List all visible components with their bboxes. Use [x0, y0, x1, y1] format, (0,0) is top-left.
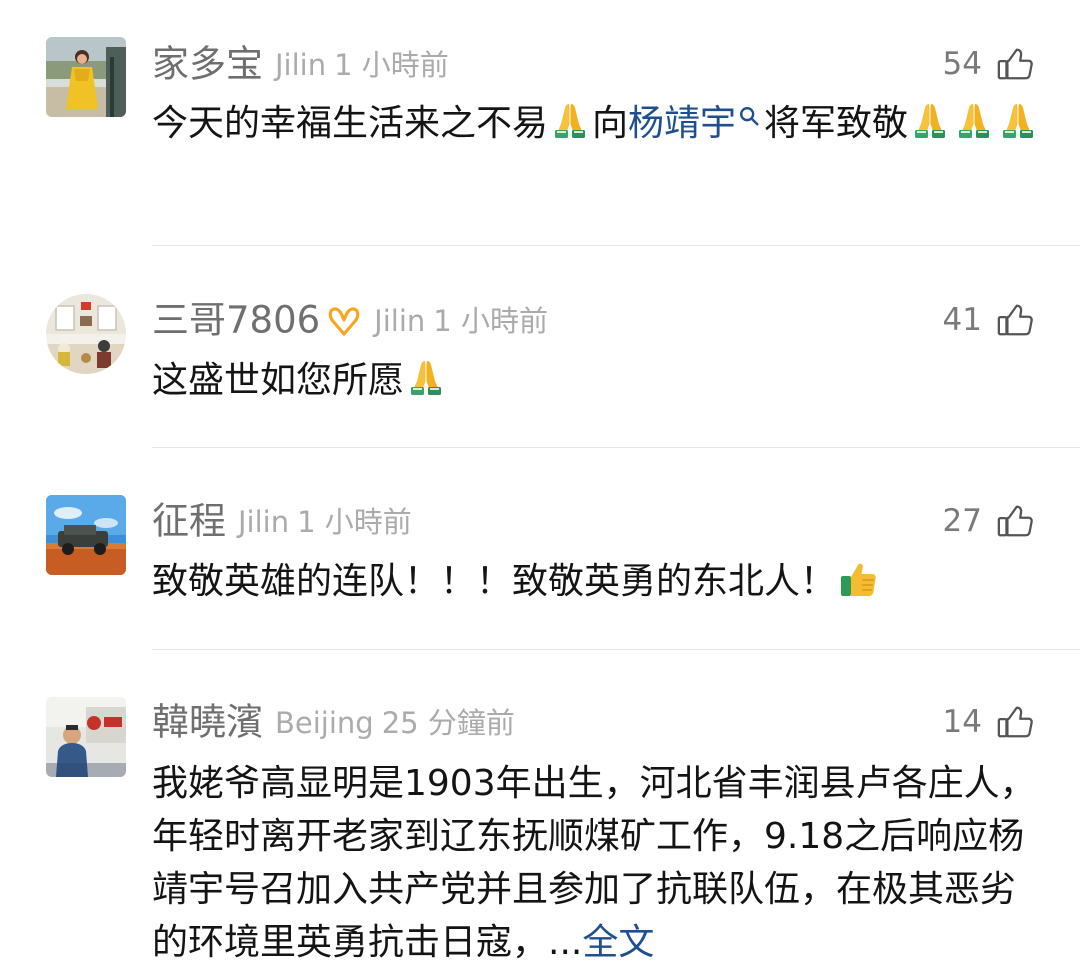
thumbs-up-icon[interactable] — [996, 301, 1034, 339]
topic-link[interactable]: 杨靖宇 — [628, 103, 736, 144]
like-button[interactable]: 14 — [943, 698, 1034, 746]
location: Jilin — [275, 47, 327, 82]
text-segment: 今天的幸福生活来之不易 — [152, 103, 549, 144]
expand-full-text-link[interactable]: 全文 — [582, 922, 654, 963]
username[interactable]: 家多宝 — [152, 43, 263, 86]
like-button[interactable]: 27 — [943, 497, 1034, 545]
location: Jilin — [238, 504, 290, 539]
thumbs-up-icon[interactable] — [996, 703, 1034, 741]
location: Jilin — [374, 303, 426, 338]
folded-hands-emoji — [954, 100, 994, 140]
folded-hands-emoji — [910, 100, 950, 140]
avatar[interactable] — [46, 294, 126, 374]
divider — [152, 245, 1080, 246]
text-segment: 将军致敬 — [764, 103, 909, 144]
like-count: 41 — [942, 302, 982, 338]
like-button[interactable]: 41 — [943, 296, 1034, 344]
like-count: 27 — [942, 503, 982, 539]
text-segment: 这盛世如您所愿 — [152, 360, 405, 401]
thumbs-up-icon[interactable] — [996, 45, 1034, 83]
comment-meta: 韓曉濱 Beijing 25 分鐘前 — [152, 698, 515, 746]
thumbs-up-icon[interactable] — [996, 502, 1034, 540]
thumbs-up-emoji — [838, 558, 878, 598]
timestamp: 1 小時前 — [334, 47, 449, 82]
avatar[interactable] — [46, 495, 126, 575]
username[interactable]: 征程 — [152, 500, 226, 543]
comment-meta: 征程 Jilin 1 小時前 — [152, 497, 412, 545]
infinity-badge-icon — [328, 306, 360, 336]
text-segment: 致敬英雄的连队！！！致敬英勇的东北人！ — [152, 561, 837, 602]
comment-text: 致敬英雄的连队！！！致敬英勇的东北人！ — [152, 555, 1042, 608]
comment-meta: 三哥7806 Jilin 1 小時前 — [152, 296, 548, 344]
avatar[interactable] — [46, 37, 126, 117]
timestamp: 1 小時前 — [297, 504, 412, 539]
text-segment: 向 — [592, 103, 629, 144]
username[interactable]: 韓曉濱 — [152, 701, 263, 744]
timestamp: 1 小時前 — [433, 303, 548, 338]
username[interactable]: 三哥7806 — [152, 299, 320, 342]
folded-hands-emoji — [998, 100, 1038, 140]
divider — [152, 649, 1080, 650]
comment-meta: 家多宝 Jilin 1 小時前 — [152, 40, 449, 88]
comment-text: 今天的幸福生活来之不易 向杨靖宇 将军致敬 — [152, 97, 1042, 150]
comment-text: 这盛世如您所愿 — [152, 354, 1042, 407]
like-count: 54 — [942, 46, 982, 82]
divider — [152, 447, 1080, 448]
comment-text: 我姥爷高显明是1903年出生，河北省丰润县卢各庄人，年轻时离开老家到辽东抚顺煤矿… — [152, 757, 1042, 969]
timestamp: 25 分鐘前 — [381, 705, 515, 740]
like-button[interactable]: 54 — [943, 40, 1034, 88]
location: Beijing — [275, 705, 374, 740]
like-count: 14 — [942, 704, 982, 740]
folded-hands-emoji — [550, 100, 590, 140]
avatar[interactable] — [46, 697, 126, 777]
folded-hands-emoji — [406, 357, 446, 397]
search-icon[interactable] — [738, 105, 760, 127]
